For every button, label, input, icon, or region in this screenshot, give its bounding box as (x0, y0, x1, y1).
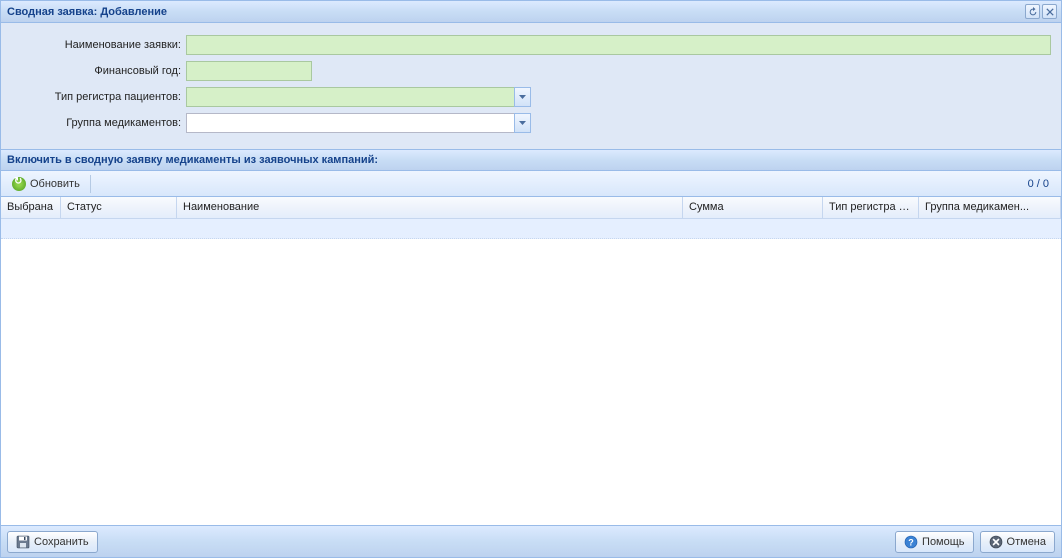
refresh-icon (12, 177, 26, 191)
cancel-button[interactable]: Отмена (980, 531, 1055, 553)
titlebar: Сводная заявка: Добавление (1, 1, 1061, 23)
name-label: Наименование заявки: (11, 39, 186, 51)
section-header: Включить в сводную заявку медикаменты из… (1, 149, 1061, 171)
close-icon[interactable] (1042, 4, 1057, 19)
save-icon (16, 535, 30, 549)
record-count: 0 / 0 (1028, 178, 1057, 190)
help-label: Помощь (922, 536, 965, 548)
year-input[interactable] (186, 61, 312, 81)
svg-text:?: ? (908, 537, 914, 547)
group-label: Группа медикаментов: (11, 117, 186, 129)
grid-toolbar: Обновить 0 / 0 (1, 171, 1061, 197)
year-label: Финансовый год: (11, 65, 186, 77)
col-registry[interactable]: Тип регистра паци... (823, 197, 919, 218)
window-title: Сводная заявка: Добавление (5, 6, 1025, 18)
save-label: Сохранить (34, 536, 89, 548)
group-combo-input[interactable] (186, 113, 514, 133)
col-selected[interactable]: Выбрана (1, 197, 61, 218)
save-button[interactable]: Сохранить (7, 531, 98, 553)
grid-body (1, 219, 1061, 525)
help-button[interactable]: ? Помощь (895, 531, 974, 553)
refresh-tool-icon[interactable] (1025, 4, 1040, 19)
refresh-label: Обновить (30, 178, 80, 190)
registry-combo-input[interactable] (186, 87, 514, 107)
group-combo-trigger[interactable] (514, 113, 531, 133)
grid-header: Выбрана Статус Наименование Сумма Тип ре… (1, 197, 1061, 219)
bottom-toolbar: Сохранить ? Помощь Отмена (1, 525, 1061, 557)
col-name[interactable]: Наименование (177, 197, 683, 218)
grid-empty-row (1, 219, 1061, 239)
name-input[interactable] (186, 35, 1051, 55)
grid: Выбрана Статус Наименование Сумма Тип ре… (1, 197, 1061, 525)
help-icon: ? (904, 535, 918, 549)
cancel-label: Отмена (1007, 536, 1046, 548)
registry-label: Тип регистра пациентов: (11, 91, 186, 103)
dialog-window: Сводная заявка: Добавление Наименование … (0, 0, 1062, 558)
col-sum[interactable]: Сумма (683, 197, 823, 218)
cancel-icon (989, 535, 1003, 549)
toolbar-separator (90, 175, 91, 193)
chevron-down-icon (519, 121, 526, 125)
chevron-down-icon (519, 95, 526, 99)
refresh-button[interactable]: Обновить (5, 174, 87, 194)
col-status[interactable]: Статус (61, 197, 177, 218)
registry-combo-trigger[interactable] (514, 87, 531, 107)
form-panel: Наименование заявки: Финансовый год: Тип… (1, 23, 1061, 149)
col-group[interactable]: Группа медикамен... (919, 197, 1061, 218)
